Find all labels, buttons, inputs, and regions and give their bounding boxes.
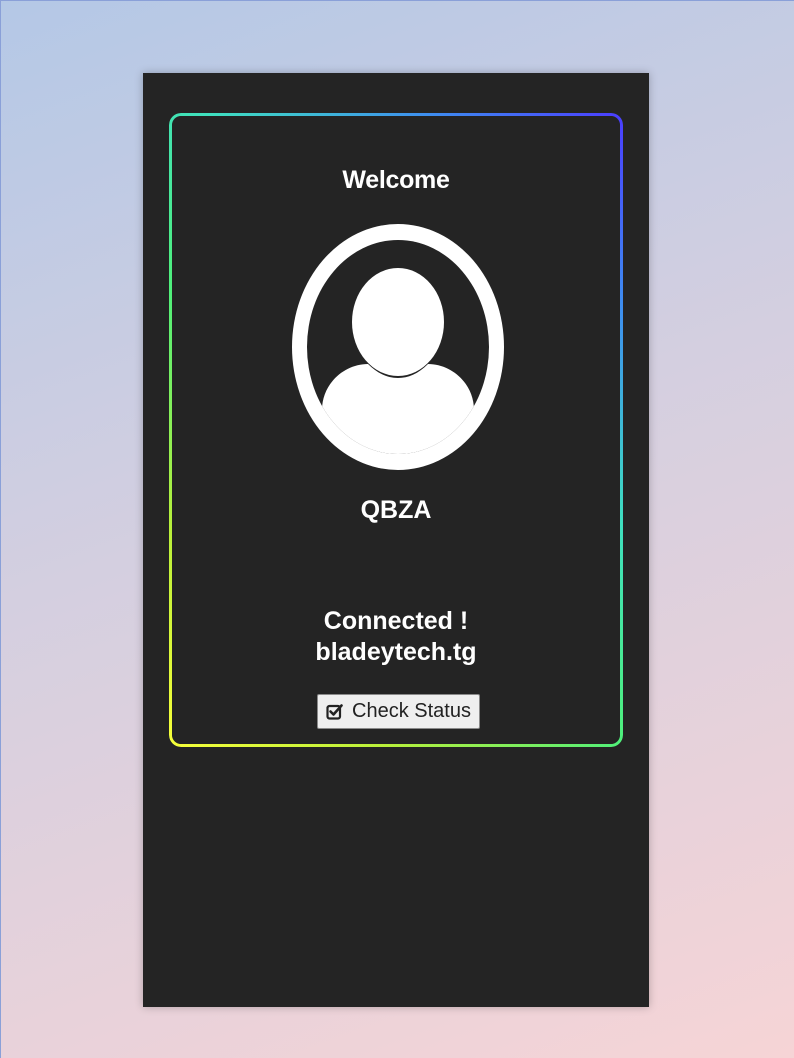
connection-status: Connected ! bladeytech.tg [172, 606, 620, 668]
welcome-heading: Welcome [342, 166, 450, 194]
user-avatar-icon [292, 224, 504, 470]
check-status-label: Check Status [352, 700, 471, 722]
card-body: Welcome QBZA Connected ! bladeytech.tg C… [172, 116, 620, 744]
username: QBZA [360, 496, 432, 524]
status-text: Connected ! [323, 607, 469, 635]
check-square-icon [326, 703, 343, 720]
network-name: bladeytech.tg [315, 638, 477, 666]
welcome-card: Welcome QBZA Connected ! bladeytech.tg C… [169, 113, 623, 747]
check-status-button[interactable]: Check Status [317, 694, 480, 729]
main-panel: Welcome QBZA Connected ! bladeytech.tg C… [143, 73, 649, 1007]
